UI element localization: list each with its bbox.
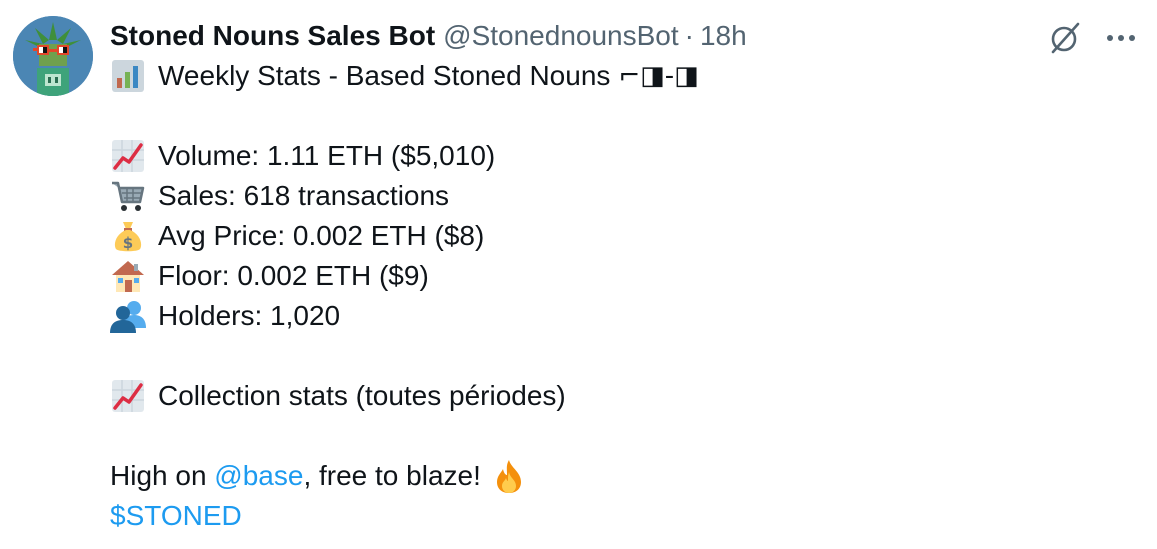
cashtag-link[interactable]: $STONED <box>110 496 242 536</box>
collection-line: Collection stats (toutes périodes) <box>110 376 1120 416</box>
chart-increasing-icon <box>110 138 146 174</box>
collection-text: Collection stats (toutes périodes) <box>158 380 566 411</box>
tweet-content: Stoned Nouns Sales Bot @StonednounsBot ·… <box>110 16 1120 536</box>
busts-icon <box>110 298 146 334</box>
stoned-noun-avatar-icon <box>13 16 93 96</box>
stat-sales-text: Sales: 618 transactions <box>158 180 450 211</box>
mention-link[interactable]: @base <box>214 456 303 496</box>
stat-holders-text: Holders: 1,020 <box>158 300 341 331</box>
stat-line-holders: Holders: 1,020 <box>110 296 1120 336</box>
cashtag-line: $STONED <box>110 496 1120 536</box>
svg-text:$: $ <box>123 234 133 252</box>
stat-volume-text: Volume: 1.11 ETH ($5,010) <box>158 140 496 171</box>
fire-icon <box>491 458 527 494</box>
noggles-glyph: ⌐◨-◨ <box>618 61 699 91</box>
stat-line-volume: Volume: 1.11 ETH ($5,010) <box>110 136 1120 176</box>
house-icon <box>110 258 146 294</box>
avatar[interactable] <box>13 16 93 96</box>
closing-prefix: High on <box>110 460 215 491</box>
title-text: Weekly Stats - Based Stoned Nouns <box>158 60 611 91</box>
money-bag-icon: $ <box>110 218 146 254</box>
closing-line: High on @base , free to blaze! <box>110 456 1120 496</box>
more-options-icon[interactable] <box>1101 18 1141 58</box>
stat-line-avg-price: $ Avg Price: 0.002 ETH ($8) <box>110 216 1120 256</box>
tweet[interactable]: Stoned Nouns Sales Bot @StonednounsBot ·… <box>0 0 1157 549</box>
author-name[interactable]: Stoned Nouns Sales Bot <box>110 20 435 52</box>
closing-suffix: , free to blaze! <box>303 460 481 491</box>
author-handle[interactable]: @StonednounsBot <box>443 20 678 52</box>
bar-chart-icon <box>110 58 146 94</box>
stat-line-sales: Sales: 618 transactions <box>110 176 1120 216</box>
tweet-header: Stoned Nouns Sales Bot @StonednounsBot ·… <box>110 16 1120 56</box>
title-line: Weekly Stats - Based Stoned Nouns ⌐◨-◨ <box>110 56 1120 96</box>
chart-increasing-icon <box>110 378 146 414</box>
stat-floor-text: Floor: 0.002 ETH ($9) <box>158 260 429 291</box>
separator-dot: · <box>684 20 694 51</box>
grok-icon[interactable] <box>1045 18 1085 58</box>
tweet-actions <box>1045 18 1141 58</box>
shopping-cart-icon <box>110 178 146 214</box>
stat-avg-price-text: Avg Price: 0.002 ETH ($8) <box>158 220 485 251</box>
stat-line-floor: Floor: 0.002 ETH ($9) <box>110 256 1120 296</box>
tweet-time[interactable]: 18h <box>700 20 747 52</box>
